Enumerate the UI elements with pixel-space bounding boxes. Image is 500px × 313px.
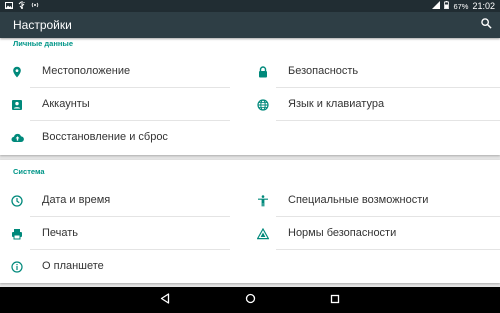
warning-icon <box>256 227 270 241</box>
recents-button[interactable] <box>328 293 342 307</box>
status-system: 67% 21:02 <box>432 0 495 12</box>
back-icon <box>160 291 170 309</box>
settings-item-language[interactable]: Язык и клавиатура <box>246 88 500 121</box>
account-icon <box>10 98 24 112</box>
search-button[interactable] <box>478 17 494 33</box>
settings-item-label: Безопасность <box>288 65 359 77</box>
settings-item-label: Местоположение <box>42 65 131 77</box>
section-header-system: Система <box>13 167 45 176</box>
divider <box>276 120 500 121</box>
location-icon <box>10 65 24 79</box>
battery-icon <box>444 1 450 11</box>
settings-item-accessibility[interactable]: Специальные возможности <box>246 184 500 217</box>
signal-icon <box>432 1 441 11</box>
settings-item-printing[interactable]: Печать <box>0 217 230 250</box>
section-header-personal: Личные данные <box>13 39 73 48</box>
status-notifications <box>5 0 39 12</box>
settings-item-label: Аккаунты <box>42 98 90 110</box>
navigation-bar <box>0 287 500 313</box>
settings-item-label: Дата и время <box>42 194 111 206</box>
settings-item-label: О планшете <box>42 260 104 272</box>
home-icon <box>245 291 256 309</box>
settings-item-about-tablet[interactable]: О планшете <box>0 250 230 283</box>
settings-item-label: Специальные возможности <box>288 194 429 206</box>
search-icon <box>480 16 492 34</box>
settings-item-location[interactable]: Местоположение <box>0 55 230 88</box>
status-bar: 67% 21:02 <box>0 0 500 12</box>
settings-item-date-time[interactable]: Дата и время <box>0 184 230 217</box>
divider <box>276 249 500 250</box>
status-clock: 21:02 <box>472 1 495 11</box>
image-icon <box>5 1 13 11</box>
settings-item-backup-reset[interactable]: Восстановление и сброс <box>0 121 230 154</box>
print-icon <box>10 227 24 241</box>
home-button[interactable] <box>243 293 257 307</box>
page-title: Настройки <box>13 18 72 32</box>
settings-item-label: Язык и клавиатура <box>288 98 385 110</box>
settings-item-accounts[interactable]: Аккаунты <box>0 88 230 121</box>
settings-item-label: Нормы безопасности <box>288 227 397 239</box>
info-icon <box>10 260 24 274</box>
settings-item-security[interactable]: Безопасность <box>246 55 500 88</box>
clock-icon <box>10 194 24 208</box>
hotspot-icon <box>31 1 39 11</box>
system-section: Система Дата и время Специальные возможн… <box>0 160 500 283</box>
back-button[interactable] <box>158 293 172 307</box>
recents-icon <box>330 291 340 309</box>
personal-section: Личные данные Местоположение Безопасност… <box>0 38 500 155</box>
settings-screen: 67% 21:02 Настройки Личные данные Местоп… <box>0 0 500 313</box>
lock-icon <box>256 65 270 79</box>
globe-icon <box>256 98 270 112</box>
battery-percent: 67% <box>453 1 469 11</box>
usb-icon <box>18 1 26 11</box>
cloud-upload-icon <box>10 131 24 145</box>
toolbar: Настройки <box>0 12 500 38</box>
accessibility-icon <box>256 194 270 208</box>
settings-item-safety-regulations[interactable]: Нормы безопасности <box>246 217 500 250</box>
settings-item-label: Печать <box>42 227 79 239</box>
settings-item-label: Восстановление и сброс <box>42 131 168 143</box>
